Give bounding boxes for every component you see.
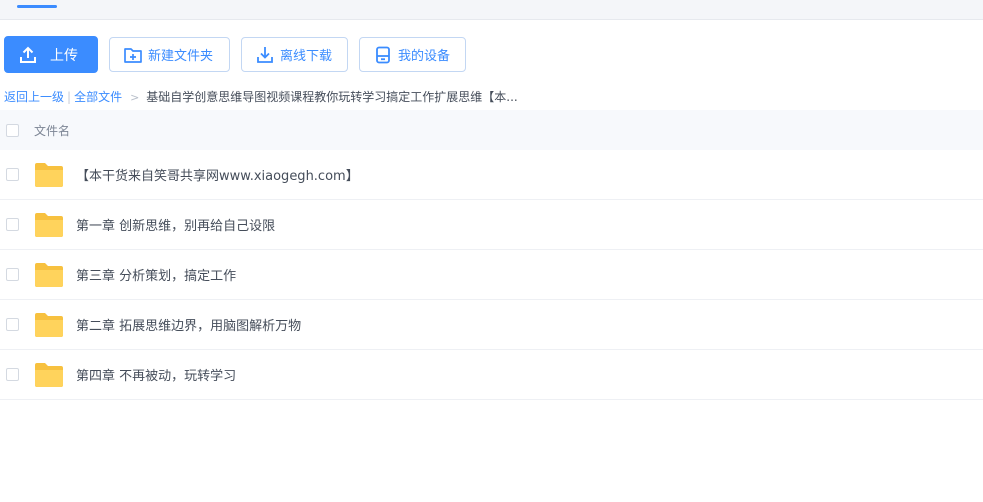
file-name[interactable]: 第三章 分析策划，搞定工作 xyxy=(76,265,236,284)
back-link[interactable]: 返回上一级 xyxy=(4,90,64,104)
toolbar: 上传 新建文件夹 离线下载 我的设备 xyxy=(4,36,477,73)
file-name[interactable]: 【本干货来自笑哥共享网www.xiaogegh.com】 xyxy=(76,165,359,184)
select-all-checkbox[interactable] xyxy=(6,123,19,137)
row-checkbox[interactable] xyxy=(6,268,19,281)
file-name[interactable]: 第二章 拓展思维边界，用脑图解析万物 xyxy=(76,315,301,334)
row-checkbox[interactable] xyxy=(6,368,19,381)
current-folder-title: 基础自学创意思维导图视频课程教你玩转学习搞定工作扩展思维【本... xyxy=(146,90,518,104)
new-folder-label: 新建文件夹 xyxy=(148,49,214,64)
offline-download-button[interactable]: 离线下载 xyxy=(241,37,348,72)
file-name[interactable]: 第一章 创新思维，别再给自己设限 xyxy=(76,215,275,234)
new-folder-icon xyxy=(123,45,143,65)
upload-label: 上传 xyxy=(50,47,78,64)
list-item[interactable]: 第二章 拓展思维边界，用脑图解析万物 xyxy=(0,300,983,350)
top-tab-bar xyxy=(0,0,983,20)
folder-icon xyxy=(34,162,64,188)
file-list: 【本干货来自笑哥共享网www.xiaogegh.com】 第一章 创新思维，别再… xyxy=(0,150,983,400)
offline-download-label: 离线下载 xyxy=(280,49,333,64)
list-item[interactable]: 第三章 分析策划，搞定工作 xyxy=(0,250,983,300)
breadcrumb-separator: | xyxy=(67,90,72,104)
my-devices-button[interactable]: 我的设备 xyxy=(359,37,466,72)
folder-icon xyxy=(34,312,64,338)
device-icon xyxy=(373,45,393,65)
row-checkbox[interactable] xyxy=(6,218,19,231)
breadcrumb: 返回上一级 | 全部文件 > 基础自学创意思维导图视频课程教你玩转学习搞定工作扩展思维【… xyxy=(4,88,518,105)
list-item[interactable]: 第四章 不再被动，玩转学习 xyxy=(0,350,983,400)
upload-button[interactable]: 上传 xyxy=(4,36,98,73)
list-item[interactable]: 第一章 创新思维，别再给自己设限 xyxy=(0,200,983,250)
row-checkbox[interactable] xyxy=(6,168,19,181)
row-checkbox[interactable] xyxy=(6,318,19,331)
filename-column-header[interactable]: 文件名 xyxy=(34,122,70,139)
file-list-header: 文件名 xyxy=(0,110,983,150)
all-files-link[interactable]: 全部文件 xyxy=(74,90,122,104)
folder-icon xyxy=(34,362,64,388)
folder-icon xyxy=(34,262,64,288)
folder-icon xyxy=(34,212,64,238)
breadcrumb-arrow: > xyxy=(130,91,140,104)
my-devices-label: 我的设备 xyxy=(398,49,451,64)
download-icon xyxy=(255,45,275,65)
file-name[interactable]: 第四章 不再被动，玩转学习 xyxy=(76,365,236,384)
list-item[interactable]: 【本干货来自笑哥共享网www.xiaogegh.com】 xyxy=(0,150,983,200)
new-folder-button[interactable]: 新建文件夹 xyxy=(109,37,230,72)
active-tab-indicator xyxy=(17,5,57,8)
upload-icon xyxy=(18,45,38,65)
